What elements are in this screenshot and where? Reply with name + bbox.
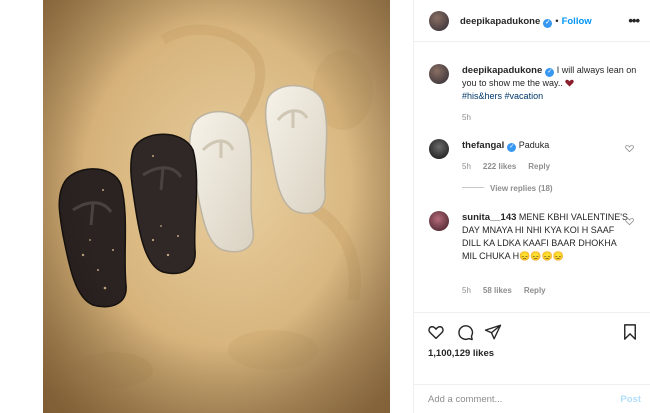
comment-bubble-icon[interactable] bbox=[456, 323, 474, 341]
view-replies-label: View replies (18) bbox=[490, 184, 553, 193]
comment-likes[interactable]: 222 likes bbox=[483, 162, 516, 171]
comment-text: Paduka bbox=[518, 140, 550, 150]
add-comment-bar: Post bbox=[414, 384, 650, 413]
caption-avatar[interactable] bbox=[429, 64, 449, 84]
verified-badge-icon: ✓ bbox=[545, 68, 555, 77]
flip-flops-image bbox=[43, 0, 390, 413]
author-username-row: deepikapadukone ✓ • Follow bbox=[460, 16, 592, 28]
comment-avatar[interactable] bbox=[429, 211, 449, 231]
post-caption: deepikapadukone ✓ I will always lean on y… bbox=[462, 64, 642, 103]
reply-button[interactable]: Reply bbox=[528, 162, 550, 171]
share-paper-plane-icon[interactable] bbox=[484, 323, 502, 341]
caption-time[interactable]: 5h bbox=[462, 113, 471, 122]
like-comment-heart-icon[interactable] bbox=[625, 217, 634, 226]
follow-button[interactable]: Follow bbox=[562, 16, 592, 27]
heart-emoji-icon bbox=[565, 79, 575, 87]
verified-badge-icon: ✓ bbox=[543, 19, 553, 28]
save-bookmark-icon[interactable] bbox=[621, 323, 639, 341]
add-comment-input[interactable] bbox=[428, 394, 608, 405]
author-avatar[interactable] bbox=[429, 11, 449, 31]
comment-avatar[interactable] bbox=[429, 139, 449, 159]
likes-count[interactable]: 1,100,129 likes bbox=[428, 348, 494, 359]
post-side-panel: deepikapadukone ✓ • Follow ••• deepikapaduk… bbox=[413, 0, 650, 413]
post-header: deepikapadukone ✓ • Follow ••• bbox=[414, 0, 650, 42]
post-photo[interactable] bbox=[43, 0, 390, 413]
hashtag-his-hers[interactable]: #his&hers bbox=[462, 91, 502, 101]
view-replies-button[interactable]: View replies (18) bbox=[462, 184, 553, 193]
comment-meta: 5h 58 likes Reply bbox=[462, 286, 558, 295]
like-comment-heart-icon[interactable] bbox=[625, 144, 634, 153]
caption-username[interactable]: deepikapadukone bbox=[462, 65, 542, 76]
more-options-icon[interactable]: ••• bbox=[628, 13, 640, 28]
comment-username[interactable]: sunita__143 bbox=[462, 212, 516, 223]
verified-badge-icon: ✓ bbox=[507, 143, 517, 152]
post-comment-button[interactable]: Post bbox=[620, 394, 641, 405]
comment-item: thefangal ✓ Paduka bbox=[462, 139, 632, 152]
comment-likes[interactable]: 58 likes bbox=[483, 286, 512, 295]
comment-meta: 5h 222 likes Reply bbox=[462, 162, 562, 171]
hashtag-vacation[interactable]: #vacation bbox=[505, 91, 544, 101]
caption-meta: 5h bbox=[462, 113, 483, 122]
reply-button[interactable]: Reply bbox=[524, 286, 546, 295]
like-heart-icon[interactable] bbox=[427, 323, 445, 341]
comment-item: sunita__143 MENE KBHI VALENTINE'S DAY MN… bbox=[462, 211, 632, 263]
view-replies-line bbox=[462, 187, 484, 188]
comment-time[interactable]: 5h bbox=[462, 286, 471, 295]
comment-username[interactable]: thefangal bbox=[462, 140, 504, 151]
author-username[interactable]: deepikapadukone bbox=[460, 16, 540, 27]
action-bar: 1,100,129 likes bbox=[414, 312, 650, 392]
separator-dot: • bbox=[555, 16, 559, 27]
comment-time[interactable]: 5h bbox=[462, 162, 471, 171]
